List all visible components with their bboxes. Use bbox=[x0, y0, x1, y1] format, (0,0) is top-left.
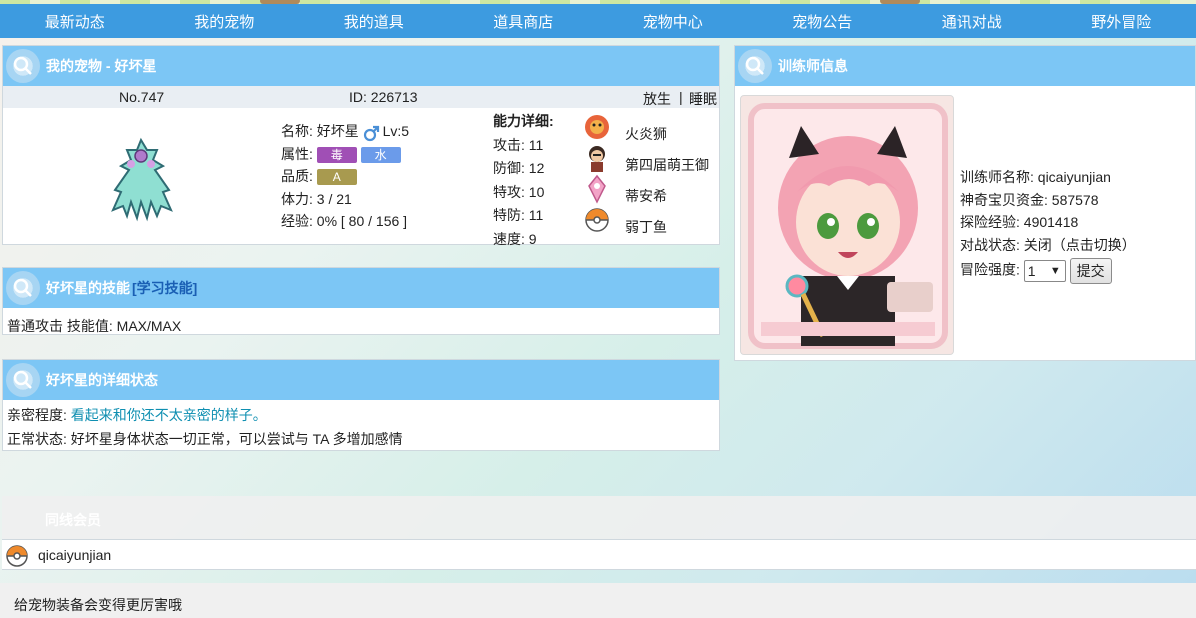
pet-info-bar: No.747 ID: 226713 放生 | 睡眠 bbox=[3, 86, 719, 108]
magnifier-icon bbox=[6, 49, 40, 83]
monster-item[interactable]: 蒂安希 bbox=[581, 174, 721, 205]
ability-title: 能力详细: bbox=[493, 113, 554, 129]
monster-name: 火炎狮 bbox=[625, 126, 667, 142]
status-content: 亲密程度: 看起来和你还不太亲密的样子。 正常状态: 好坏星身体状态一切正常，可… bbox=[3, 400, 719, 454]
type-badge-water: 水 bbox=[360, 146, 401, 163]
stat-attack: 攻击: 11 bbox=[493, 136, 544, 153]
exp-value: 0% [ 80 / 156 ] bbox=[316, 213, 408, 229]
trainer-sprite-icon bbox=[581, 143, 613, 173]
stat-sp-defense: 特防: 11 bbox=[493, 207, 544, 223]
trainer-info: 训练师名称: qicaiyunjian 神奇宝贝资金: 587578 探险经验:… bbox=[960, 166, 1136, 284]
explore-exp: 探险经验: 4901418 bbox=[960, 214, 1079, 230]
pet-name: 好坏星 bbox=[316, 123, 359, 139]
trainer-name: 训练师名称: qicaiyunjian bbox=[960, 169, 1111, 185]
skill-panel: 好坏星的技能 [学习技能] 普通攻击 技能值: MAX/MAX bbox=[2, 267, 720, 335]
nav-latest-news[interactable]: 最新动态 bbox=[0, 11, 150, 32]
intimacy-value: 看起来和你还不太亲密的样子。 bbox=[70, 407, 267, 423]
pet-id: ID: 226713 bbox=[349, 89, 418, 105]
status-panel: 好坏星的详细状态 亲密程度: 看起来和你还不太亲密的样子。 正常状态: 好坏星身… bbox=[2, 359, 720, 451]
trainer-panel: 训练师信息 训练师名称: qicaiyunjian 神奇宝贝资金: 587578 bbox=[734, 45, 1196, 361]
submit-button[interactable]: 提交 bbox=[1069, 258, 1112, 284]
nav-my-items[interactable]: 我的道具 bbox=[299, 11, 449, 32]
pokeball-icon bbox=[6, 545, 28, 567]
release-link[interactable]: 放生 bbox=[643, 89, 671, 109]
hp-label: 体力: bbox=[281, 190, 313, 207]
nav-wild-adventure[interactable]: 野外冒险 bbox=[1047, 11, 1196, 32]
battle-state-toggle[interactable]: 关闭（点击切换） bbox=[1024, 237, 1136, 253]
stat-sp-attack: 特攻: 10 bbox=[493, 183, 545, 200]
online-members-title: 同线会员 bbox=[2, 496, 1196, 539]
pet-level: Lv:5 bbox=[382, 123, 410, 139]
separator: | bbox=[679, 89, 683, 105]
monster-name: 弱丁鱼 bbox=[625, 219, 667, 235]
monster-name: 蒂安希 bbox=[625, 188, 667, 204]
pokeball-icon bbox=[581, 205, 613, 235]
member-name[interactable]: qicaiyunjian bbox=[38, 547, 111, 563]
intensity-value: 1 bbox=[1027, 263, 1036, 279]
type-badge-poison: 毒 bbox=[316, 146, 357, 163]
pet-sprite-image bbox=[95, 134, 187, 222]
intensity-select[interactable]: 1 ▼ bbox=[1023, 260, 1066, 282]
nav-battle[interactable]: 通讯对战 bbox=[897, 11, 1047, 32]
nav-my-pets[interactable]: 我的宠物 bbox=[150, 11, 300, 32]
trainer-panel-title: 训练师信息 bbox=[778, 58, 848, 74]
monster-item[interactable]: 火炎狮 bbox=[581, 112, 721, 143]
main-nav: 最新动态 我的宠物 我的道具 道具商店 宠物中心 宠物公告 通讯对战 野外冒险 bbox=[0, 4, 1196, 38]
quality-label: 品质: bbox=[281, 168, 313, 184]
battle-state-label: 对战状态: bbox=[960, 236, 1024, 253]
status-panel-header: 好坏星的详细状态 bbox=[3, 360, 719, 400]
monster-item[interactable]: 弱丁鱼 bbox=[581, 205, 721, 236]
skill-panel-header: 好坏星的技能 [学习技能] bbox=[3, 268, 719, 308]
pet-number: No.747 bbox=[119, 89, 165, 105]
nav-pet-announcements[interactable]: 宠物公告 bbox=[748, 11, 898, 32]
ability-details: 能力详细: 攻击: 11 防御: 12 特攻: 10 特防: 11 速度: 9 bbox=[493, 110, 554, 251]
skill-content: 普通攻击 技能值: MAX/MAX bbox=[7, 318, 182, 334]
magnifier-icon bbox=[6, 271, 40, 305]
trainer-panel-header: 训练师信息 bbox=[735, 46, 1195, 86]
chevron-down-icon: ▼ bbox=[1049, 265, 1061, 277]
exp-label: 经验: bbox=[281, 213, 313, 229]
hp-value: 3 / 21 bbox=[316, 190, 352, 207]
list-item[interactable]: qicaiyunjian bbox=[2, 539, 1196, 570]
sleep-link[interactable]: 睡眠 bbox=[689, 89, 717, 109]
attribute-label: 属性: bbox=[281, 145, 313, 162]
magnifier-icon bbox=[738, 49, 772, 83]
online-members-panel: 同线会员 qicaiyunjian bbox=[2, 496, 1196, 570]
intimacy-label: 亲密程度: bbox=[7, 407, 67, 423]
status-panel-title: 好坏星的详细状态 bbox=[46, 372, 158, 388]
name-label: 名称: bbox=[281, 123, 313, 139]
skill-panel-title: 好坏星的技能 bbox=[46, 280, 130, 296]
diancie-icon bbox=[581, 174, 613, 204]
learn-skill-link[interactable]: [学习技能] bbox=[132, 278, 197, 298]
monster-name: 第四届萌王御 bbox=[625, 157, 709, 173]
stat-defense: 防御: 12 bbox=[493, 160, 545, 176]
normal-status: 正常状态: 好坏星身体状态一切正常，可以尝试与 TA 多增加感情 bbox=[7, 431, 403, 447]
intensity-label: 冒险强度: bbox=[960, 261, 1020, 278]
quality-badge: A bbox=[316, 169, 357, 186]
pet-attributes: 名称: 好坏星 Lv:5 属性: 毒 水 品质: A 体力: 3 / 21 经验… bbox=[281, 120, 409, 233]
male-gender-icon bbox=[363, 124, 379, 142]
monster-item[interactable]: 第四届萌王御 bbox=[581, 143, 721, 174]
pet-body: 名称: 好坏星 Lv:5 属性: 毒 水 品质: A 体力: 3 / 21 经验… bbox=[3, 108, 721, 247]
pet-panel: 我的宠物 - 好坏星 No.747 ID: 226713 放生 | 睡眠 名称:… bbox=[2, 45, 721, 247]
pet-panel-title: 我的宠物 - 好坏星 bbox=[46, 58, 157, 74]
trainer-avatar bbox=[740, 95, 954, 355]
monster-list: 火炎狮 第四届萌王御 蒂安希 弱丁鱼 bbox=[581, 112, 721, 236]
nav-item-shop[interactable]: 道具商店 bbox=[449, 11, 599, 32]
pet-panel-header: 我的宠物 - 好坏星 bbox=[3, 46, 719, 86]
fire-lion-icon bbox=[581, 112, 613, 142]
magnifier-icon bbox=[6, 363, 40, 397]
nav-pet-center[interactable]: 宠物中心 bbox=[598, 11, 748, 32]
trainer-money: 神奇宝贝资金: 587578 bbox=[960, 191, 1099, 208]
stat-speed: 速度: 9 bbox=[493, 230, 537, 247]
footer-tip: 给宠物装备会变得更厉害哦 bbox=[0, 583, 1196, 618]
